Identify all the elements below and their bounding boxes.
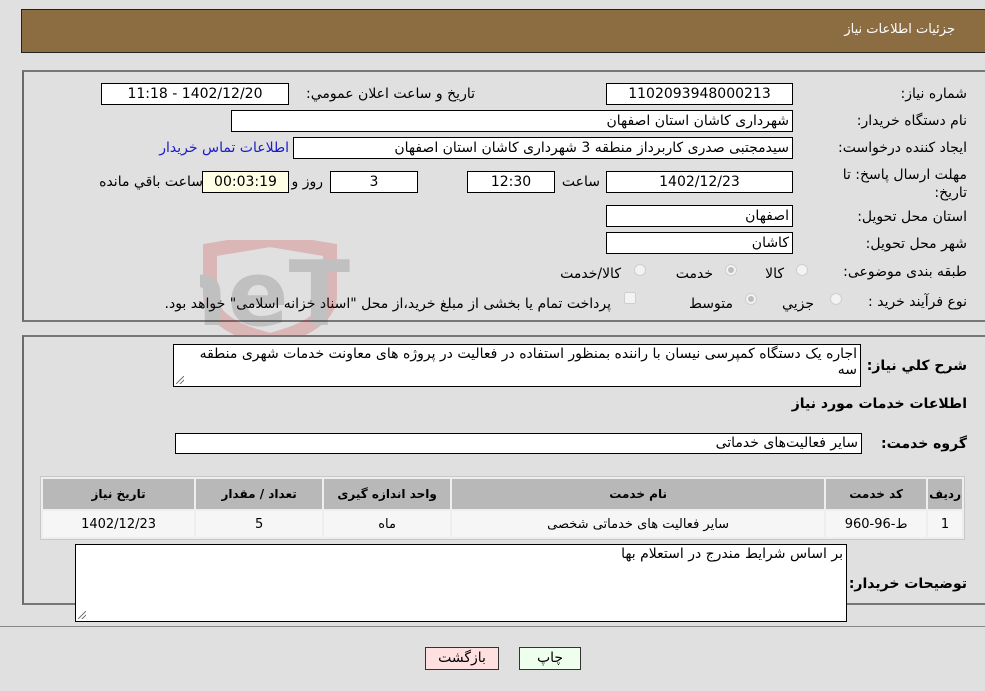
need-number-label: شماره نیاز:: [900, 86, 968, 102]
treasury-note: پرداخت تمام یا بخشی از مبلغ خرید،از محل …: [164, 296, 611, 312]
page-title: جزئیات اطلاعات نیاز: [844, 22, 955, 37]
process-radio-minor[interactable]: [830, 293, 842, 305]
need-number-field: 1102093948000213: [606, 83, 793, 105]
description-text: اجاره یک دستگاه کمپرسی نیسان با راننده ب…: [199, 346, 857, 378]
col-header-need-date: تاریخ نیاز: [43, 479, 195, 509]
category-radio-goods[interactable]: [796, 264, 808, 276]
deadline-time-label: ساعت: [561, 174, 600, 190]
days-remaining-field: 3: [330, 171, 418, 193]
description-label: شرح کلي نياز:: [866, 358, 967, 374]
category-option-service: خدمت: [675, 266, 713, 282]
services-table: ردیف کد خدمت نام خدمت واحد اندازه گیری ت…: [40, 476, 965, 540]
process-option-minor: جزيي: [782, 296, 814, 312]
days-label: روز و: [291, 174, 324, 190]
category-radio-goods-service[interactable]: [634, 264, 646, 276]
page-header: جزئیات اطلاعات نیاز: [21, 9, 985, 53]
process-label: نوع فرآیند خرید :: [868, 294, 967, 310]
col-header-unit: واحد اندازه گیری: [324, 479, 451, 509]
services-section-title: اطلاعات خدمات مورد نياز: [791, 396, 967, 412]
category-option-goods-service: کالا/خدمت: [560, 266, 621, 282]
buyer-notes-label: توضیحات خریدار:: [848, 576, 967, 592]
cell-unit: ماه: [324, 511, 451, 537]
cell-service-code: ط-96-960: [826, 511, 927, 537]
resize-handle-icon[interactable]: [176, 376, 184, 384]
table-header-row: ردیف کد خدمت نام خدمت واحد اندازه گیری ت…: [43, 479, 962, 509]
process-option-medium: متوسط: [689, 296, 733, 312]
resize-handle-icon[interactable]: [78, 611, 86, 619]
province-label: استان محل تحویل:: [857, 209, 967, 225]
cell-need-date: 1402/12/23: [43, 511, 195, 537]
col-header-quantity: تعداد / مقدار: [196, 479, 323, 509]
province-field: اصفهان: [606, 205, 793, 227]
col-header-service-code: کد خدمت: [826, 479, 927, 509]
service-group-label: گروه خدمت:: [881, 436, 967, 452]
buyer-org-label: نام دستگاه خریدار:: [856, 113, 967, 129]
announce-datetime-field: 1402/12/20 - 11:18: [101, 83, 289, 105]
footer-divider: [0, 626, 985, 627]
creator-label: ایجاد کننده درخواست:: [838, 140, 967, 156]
city-field: کاشان: [606, 232, 793, 254]
process-radio-medium[interactable]: [745, 293, 757, 305]
cell-service-name: سایر فعالیت های خدماتی شخصی: [452, 511, 825, 537]
cell-quantity: 5: [196, 511, 323, 537]
treasury-checkbox[interactable]: [624, 292, 636, 304]
category-option-goods: کالا: [765, 266, 784, 282]
print-button[interactable]: چاپ: [519, 647, 581, 670]
city-label: شهر محل تحویل:: [865, 236, 967, 252]
col-header-service-name: نام خدمت: [452, 479, 825, 509]
description-textarea[interactable]: اجاره یک دستگاه کمپرسی نیسان با راننده ب…: [173, 344, 861, 387]
buyer-org-field: شهرداری کاشان استان اصفهان: [231, 110, 793, 132]
category-radio-service[interactable]: [725, 264, 737, 276]
category-label: طبقه بندی موضوعی:: [843, 264, 967, 280]
announce-label: تاریخ و ساعت اعلان عمومي:: [306, 86, 475, 102]
buyer-notes-text: بر اساس شرایط مندرج در استعلام بها: [621, 546, 843, 562]
time-remaining-field: 00:03:19: [202, 171, 289, 193]
col-header-row-number: ردیف: [928, 479, 962, 509]
time-remaining-label: ساعت باقي مانده: [99, 174, 203, 190]
creator-field: سیدمجتبی صدری کاربرداز منطقه 3 شهرداری ک…: [293, 137, 793, 159]
buyer-contact-link[interactable]: اطلاعات تماس خریدار: [159, 140, 289, 156]
buyer-notes-textarea[interactable]: بر اساس شرایط مندرج در استعلام بها: [75, 544, 847, 622]
service-group-field: سایر فعالیت‌های خدماتی: [175, 433, 862, 454]
back-button[interactable]: بازگشت: [425, 647, 499, 670]
cell-row-number: 1: [928, 511, 962, 537]
deadline-date-field: 1402/12/23: [606, 171, 793, 193]
table-row: 1 ط-96-960 سایر فعالیت های خدماتی شخصی م…: [43, 511, 962, 537]
deadline-time-field: 12:30: [467, 171, 555, 193]
deadline-label: مهلت ارسال پاسخ: تا تاریخ:: [842, 167, 967, 201]
